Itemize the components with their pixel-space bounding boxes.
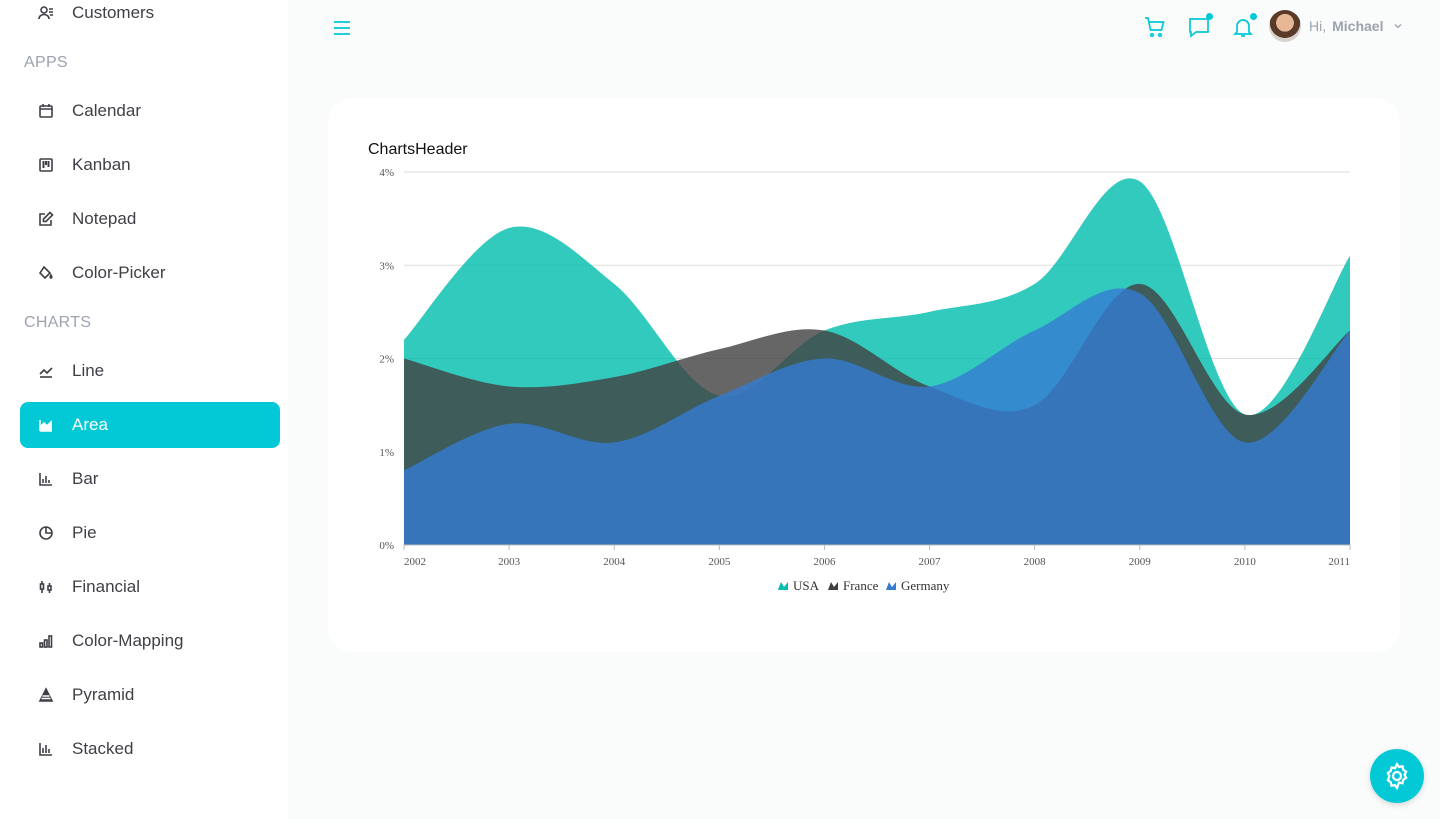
y-tick-label: 1% <box>379 447 394 459</box>
gear-icon <box>1386 761 1408 791</box>
legend-label: France <box>843 578 879 593</box>
x-tick-label: 2011 <box>1328 556 1350 568</box>
sidebar-item-label: Calendar <box>72 101 141 120</box>
sidebar-item-stacked[interactable]: Stacked <box>20 726 280 772</box>
sidebar-item-label: Area <box>72 415 108 434</box>
area-chart-icon <box>20 417 72 433</box>
calendar-icon <box>20 103 72 119</box>
sidebar-item-notepad[interactable]: Notepad <box>20 196 280 242</box>
paint-bucket-icon <box>20 265 72 281</box>
notification-dot <box>1206 13 1213 20</box>
sidebar-item-bar[interactable]: Bar <box>20 456 280 502</box>
line-chart-icon <box>20 363 72 379</box>
y-tick-label: 0% <box>379 540 394 552</box>
menu-button[interactable] <box>332 18 352 38</box>
sidebar-item-pie[interactable]: Pie <box>20 510 280 556</box>
chevron-down-icon <box>1395 24 1402 29</box>
y-tick-label: 2% <box>379 354 394 366</box>
cart-button[interactable] <box>1143 15 1167 39</box>
chat-button[interactable] <box>1187 13 1213 39</box>
pyramid-icon <box>20 687 72 703</box>
sidebar-item-line[interactable]: Line <box>20 348 280 394</box>
legend-marker <box>828 582 838 590</box>
section-charts: CHARTS <box>24 314 92 331</box>
y-tick-label: 4% <box>379 167 394 179</box>
user-name: Michael <box>1332 18 1384 34</box>
legend-marker <box>886 582 896 590</box>
x-tick-label: 2003 <box>498 556 520 568</box>
edit-icon <box>20 211 72 227</box>
sidebar-item-financial[interactable]: Financial <box>20 564 280 610</box>
x-tick-label: 2010 <box>1234 556 1257 568</box>
sidebar-item-label: Line <box>72 361 105 380</box>
candlestick-icon <box>20 579 72 595</box>
sidebar-item-color-mapping[interactable]: Color-Mapping <box>20 618 280 664</box>
sidebar-item-kanban[interactable]: Kanban <box>20 142 280 188</box>
customers-icon <box>20 5 72 21</box>
avatar <box>1269 10 1301 42</box>
sidebar-item-label: Financial <box>72 577 141 596</box>
sidebar: Customers APPS Calendar Kanban Notepad C… <box>0 0 288 819</box>
notification-dot <box>1250 13 1257 20</box>
user-profile[interactable]: Hi, Michael <box>1269 10 1403 42</box>
sidebar-item-color-picker[interactable]: Color-Picker <box>20 250 280 296</box>
section-apps: APPS <box>24 54 68 71</box>
sidebar-item-area[interactable]: Area <box>20 402 280 448</box>
greeting: Hi, <box>1309 18 1327 34</box>
sidebar-item-calendar[interactable]: Calendar <box>20 88 280 134</box>
stacked-chart-icon <box>20 741 72 757</box>
menu-icon <box>334 21 350 35</box>
sidebar-item-label: Pyramid <box>72 685 135 704</box>
x-tick-label: 2008 <box>1024 556 1047 568</box>
chart-card: ChartsHeader 0% 1% 2% 3% 4% 2002 2003 2004 2005 2… <box>328 98 1400 652</box>
sidebar-item-label: Pie <box>72 523 97 542</box>
y-tick-label: 3% <box>379 260 394 272</box>
sidebar-item-pyramid[interactable]: Pyramid <box>20 672 280 718</box>
sidebar-item-label: Color-Mapping <box>72 631 184 650</box>
x-tick-label: 2009 <box>1129 556 1152 568</box>
kanban-icon <box>20 157 72 173</box>
bar-chart-icon <box>20 471 72 487</box>
sidebar-item-label: Color-Picker <box>72 263 166 282</box>
x-tick-label: 2005 <box>708 556 731 568</box>
sidebar-item-customers[interactable]: Customers <box>20 0 280 36</box>
cart-icon <box>1145 17 1165 38</box>
notification-button[interactable] <box>1231 13 1257 39</box>
sidebar-item-label: Customers <box>72 3 155 22</box>
legend-label: USA <box>793 578 820 593</box>
x-tick-label: 2007 <box>919 556 942 568</box>
x-tick-label: 2002 <box>404 556 426 568</box>
bars-ascending-icon <box>20 633 72 649</box>
x-tick-label: 2006 <box>813 556 836 568</box>
legend-marker <box>778 582 788 590</box>
pie-chart-icon <box>20 525 72 541</box>
x-tick-label: 2004 <box>603 556 626 568</box>
sidebar-item-label: Kanban <box>72 155 131 174</box>
legend-label: Germany <box>901 578 950 593</box>
sidebar-item-label: Notepad <box>72 209 137 228</box>
settings-button[interactable] <box>1370 749 1424 803</box>
area-chart: 0% 1% 2% 3% 4% 2002 2003 2004 2005 2006 2007 2008 20… <box>379 167 1351 593</box>
sidebar-item-label: Bar <box>72 469 99 488</box>
sidebar-item-label: Stacked <box>72 739 134 758</box>
